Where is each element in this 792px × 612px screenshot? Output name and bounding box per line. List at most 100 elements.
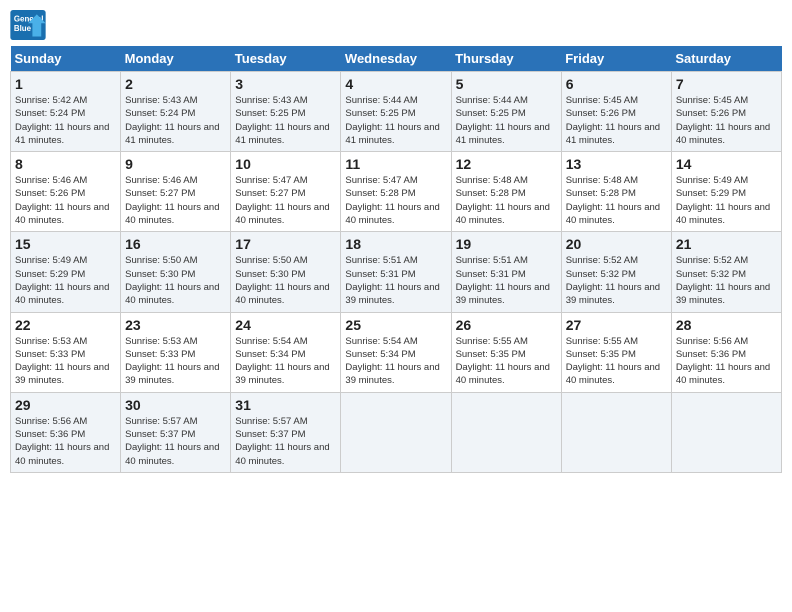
- day-info: Sunrise: 5:48 AM Sunset: 5:28 PM Dayligh…: [456, 174, 557, 227]
- day-number: 27: [566, 317, 667, 333]
- calendar-cell: 11 Sunrise: 5:47 AM Sunset: 5:28 PM Dayl…: [341, 152, 451, 232]
- logo-icon: General Blue: [10, 10, 46, 40]
- calendar-cell: 5 Sunrise: 5:44 AM Sunset: 5:25 PM Dayli…: [451, 72, 561, 152]
- calendar-cell: [341, 392, 451, 472]
- day-info: Sunrise: 5:50 AM Sunset: 5:30 PM Dayligh…: [235, 254, 336, 307]
- header-cell-wednesday: Wednesday: [341, 46, 451, 72]
- day-info: Sunrise: 5:44 AM Sunset: 5:25 PM Dayligh…: [456, 94, 557, 147]
- calendar-cell: 13 Sunrise: 5:48 AM Sunset: 5:28 PM Dayl…: [561, 152, 671, 232]
- day-info: Sunrise: 5:54 AM Sunset: 5:34 PM Dayligh…: [345, 335, 446, 388]
- day-number: 31: [235, 397, 336, 413]
- calendar-cell: 20 Sunrise: 5:52 AM Sunset: 5:32 PM Dayl…: [561, 232, 671, 312]
- day-number: 2: [125, 76, 226, 92]
- day-number: 6: [566, 76, 667, 92]
- day-info: Sunrise: 5:47 AM Sunset: 5:27 PM Dayligh…: [235, 174, 336, 227]
- day-number: 3: [235, 76, 336, 92]
- day-info: Sunrise: 5:56 AM Sunset: 5:36 PM Dayligh…: [676, 335, 777, 388]
- day-number: 1: [15, 76, 116, 92]
- calendar-cell: 6 Sunrise: 5:45 AM Sunset: 5:26 PM Dayli…: [561, 72, 671, 152]
- header-cell-friday: Friday: [561, 46, 671, 72]
- calendar-cell: 27 Sunrise: 5:55 AM Sunset: 5:35 PM Dayl…: [561, 312, 671, 392]
- day-number: 20: [566, 236, 667, 252]
- day-number: 17: [235, 236, 336, 252]
- calendar-cell: 26 Sunrise: 5:55 AM Sunset: 5:35 PM Dayl…: [451, 312, 561, 392]
- day-number: 16: [125, 236, 226, 252]
- day-number: 12: [456, 156, 557, 172]
- calendar-cell: 17 Sunrise: 5:50 AM Sunset: 5:30 PM Dayl…: [231, 232, 341, 312]
- calendar-cell: 22 Sunrise: 5:53 AM Sunset: 5:33 PM Dayl…: [11, 312, 121, 392]
- calendar-cell: 25 Sunrise: 5:54 AM Sunset: 5:34 PM Dayl…: [341, 312, 451, 392]
- header-cell-sunday: Sunday: [11, 46, 121, 72]
- day-info: Sunrise: 5:47 AM Sunset: 5:28 PM Dayligh…: [345, 174, 446, 227]
- day-info: Sunrise: 5:44 AM Sunset: 5:25 PM Dayligh…: [345, 94, 446, 147]
- calendar-cell: 4 Sunrise: 5:44 AM Sunset: 5:25 PM Dayli…: [341, 72, 451, 152]
- calendar-week-4: 22 Sunrise: 5:53 AM Sunset: 5:33 PM Dayl…: [11, 312, 782, 392]
- calendar-cell: 7 Sunrise: 5:45 AM Sunset: 5:26 PM Dayli…: [671, 72, 781, 152]
- day-info: Sunrise: 5:50 AM Sunset: 5:30 PM Dayligh…: [125, 254, 226, 307]
- calendar-week-1: 1 Sunrise: 5:42 AM Sunset: 5:24 PM Dayli…: [11, 72, 782, 152]
- calendar-week-3: 15 Sunrise: 5:49 AM Sunset: 5:29 PM Dayl…: [11, 232, 782, 312]
- day-info: Sunrise: 5:57 AM Sunset: 5:37 PM Dayligh…: [125, 415, 226, 468]
- calendar-week-2: 8 Sunrise: 5:46 AM Sunset: 5:26 PM Dayli…: [11, 152, 782, 232]
- calendar-cell: 30 Sunrise: 5:57 AM Sunset: 5:37 PM Dayl…: [121, 392, 231, 472]
- calendar-cell: 28 Sunrise: 5:56 AM Sunset: 5:36 PM Dayl…: [671, 312, 781, 392]
- calendar-cell: [451, 392, 561, 472]
- day-number: 18: [345, 236, 446, 252]
- svg-text:Blue: Blue: [14, 24, 32, 33]
- calendar-cell: 12 Sunrise: 5:48 AM Sunset: 5:28 PM Dayl…: [451, 152, 561, 232]
- page-header: General Blue: [10, 10, 782, 40]
- day-number: 14: [676, 156, 777, 172]
- day-info: Sunrise: 5:57 AM Sunset: 5:37 PM Dayligh…: [235, 415, 336, 468]
- day-number: 7: [676, 76, 777, 92]
- header-cell-thursday: Thursday: [451, 46, 561, 72]
- calendar-cell: 18 Sunrise: 5:51 AM Sunset: 5:31 PM Dayl…: [341, 232, 451, 312]
- calendar-cell: 29 Sunrise: 5:56 AM Sunset: 5:36 PM Dayl…: [11, 392, 121, 472]
- calendar-cell: [671, 392, 781, 472]
- calendar-cell: 3 Sunrise: 5:43 AM Sunset: 5:25 PM Dayli…: [231, 72, 341, 152]
- calendar-week-5: 29 Sunrise: 5:56 AM Sunset: 5:36 PM Dayl…: [11, 392, 782, 472]
- day-info: Sunrise: 5:52 AM Sunset: 5:32 PM Dayligh…: [676, 254, 777, 307]
- calendar-cell: 14 Sunrise: 5:49 AM Sunset: 5:29 PM Dayl…: [671, 152, 781, 232]
- day-number: 25: [345, 317, 446, 333]
- day-number: 9: [125, 156, 226, 172]
- day-number: 4: [345, 76, 446, 92]
- header-cell-tuesday: Tuesday: [231, 46, 341, 72]
- header-cell-monday: Monday: [121, 46, 231, 72]
- day-number: 23: [125, 317, 226, 333]
- day-info: Sunrise: 5:43 AM Sunset: 5:25 PM Dayligh…: [235, 94, 336, 147]
- day-number: 29: [15, 397, 116, 413]
- calendar-cell: 10 Sunrise: 5:47 AM Sunset: 5:27 PM Dayl…: [231, 152, 341, 232]
- day-number: 19: [456, 236, 557, 252]
- day-number: 10: [235, 156, 336, 172]
- day-number: 28: [676, 317, 777, 333]
- day-info: Sunrise: 5:49 AM Sunset: 5:29 PM Dayligh…: [676, 174, 777, 227]
- calendar-cell: 19 Sunrise: 5:51 AM Sunset: 5:31 PM Dayl…: [451, 232, 561, 312]
- calendar-cell: 15 Sunrise: 5:49 AM Sunset: 5:29 PM Dayl…: [11, 232, 121, 312]
- day-number: 11: [345, 156, 446, 172]
- day-info: Sunrise: 5:48 AM Sunset: 5:28 PM Dayligh…: [566, 174, 667, 227]
- day-info: Sunrise: 5:53 AM Sunset: 5:33 PM Dayligh…: [125, 335, 226, 388]
- calendar-cell: 1 Sunrise: 5:42 AM Sunset: 5:24 PM Dayli…: [11, 72, 121, 152]
- day-number: 5: [456, 76, 557, 92]
- calendar-cell: 21 Sunrise: 5:52 AM Sunset: 5:32 PM Dayl…: [671, 232, 781, 312]
- day-info: Sunrise: 5:55 AM Sunset: 5:35 PM Dayligh…: [456, 335, 557, 388]
- day-info: Sunrise: 5:42 AM Sunset: 5:24 PM Dayligh…: [15, 94, 116, 147]
- day-info: Sunrise: 5:53 AM Sunset: 5:33 PM Dayligh…: [15, 335, 116, 388]
- day-number: 15: [15, 236, 116, 252]
- day-number: 30: [125, 397, 226, 413]
- day-info: Sunrise: 5:56 AM Sunset: 5:36 PM Dayligh…: [15, 415, 116, 468]
- day-info: Sunrise: 5:54 AM Sunset: 5:34 PM Dayligh…: [235, 335, 336, 388]
- day-info: Sunrise: 5:51 AM Sunset: 5:31 PM Dayligh…: [345, 254, 446, 307]
- day-number: 8: [15, 156, 116, 172]
- day-info: Sunrise: 5:46 AM Sunset: 5:26 PM Dayligh…: [15, 174, 116, 227]
- day-info: Sunrise: 5:51 AM Sunset: 5:31 PM Dayligh…: [456, 254, 557, 307]
- day-number: 22: [15, 317, 116, 333]
- logo: General Blue: [10, 10, 50, 40]
- calendar-cell: 31 Sunrise: 5:57 AM Sunset: 5:37 PM Dayl…: [231, 392, 341, 472]
- calendar-cell: 23 Sunrise: 5:53 AM Sunset: 5:33 PM Dayl…: [121, 312, 231, 392]
- calendar-cell: 8 Sunrise: 5:46 AM Sunset: 5:26 PM Dayli…: [11, 152, 121, 232]
- calendar-cell: 24 Sunrise: 5:54 AM Sunset: 5:34 PM Dayl…: [231, 312, 341, 392]
- header-row: SundayMondayTuesdayWednesdayThursdayFrid…: [11, 46, 782, 72]
- day-info: Sunrise: 5:43 AM Sunset: 5:24 PM Dayligh…: [125, 94, 226, 147]
- calendar-cell: 9 Sunrise: 5:46 AM Sunset: 5:27 PM Dayli…: [121, 152, 231, 232]
